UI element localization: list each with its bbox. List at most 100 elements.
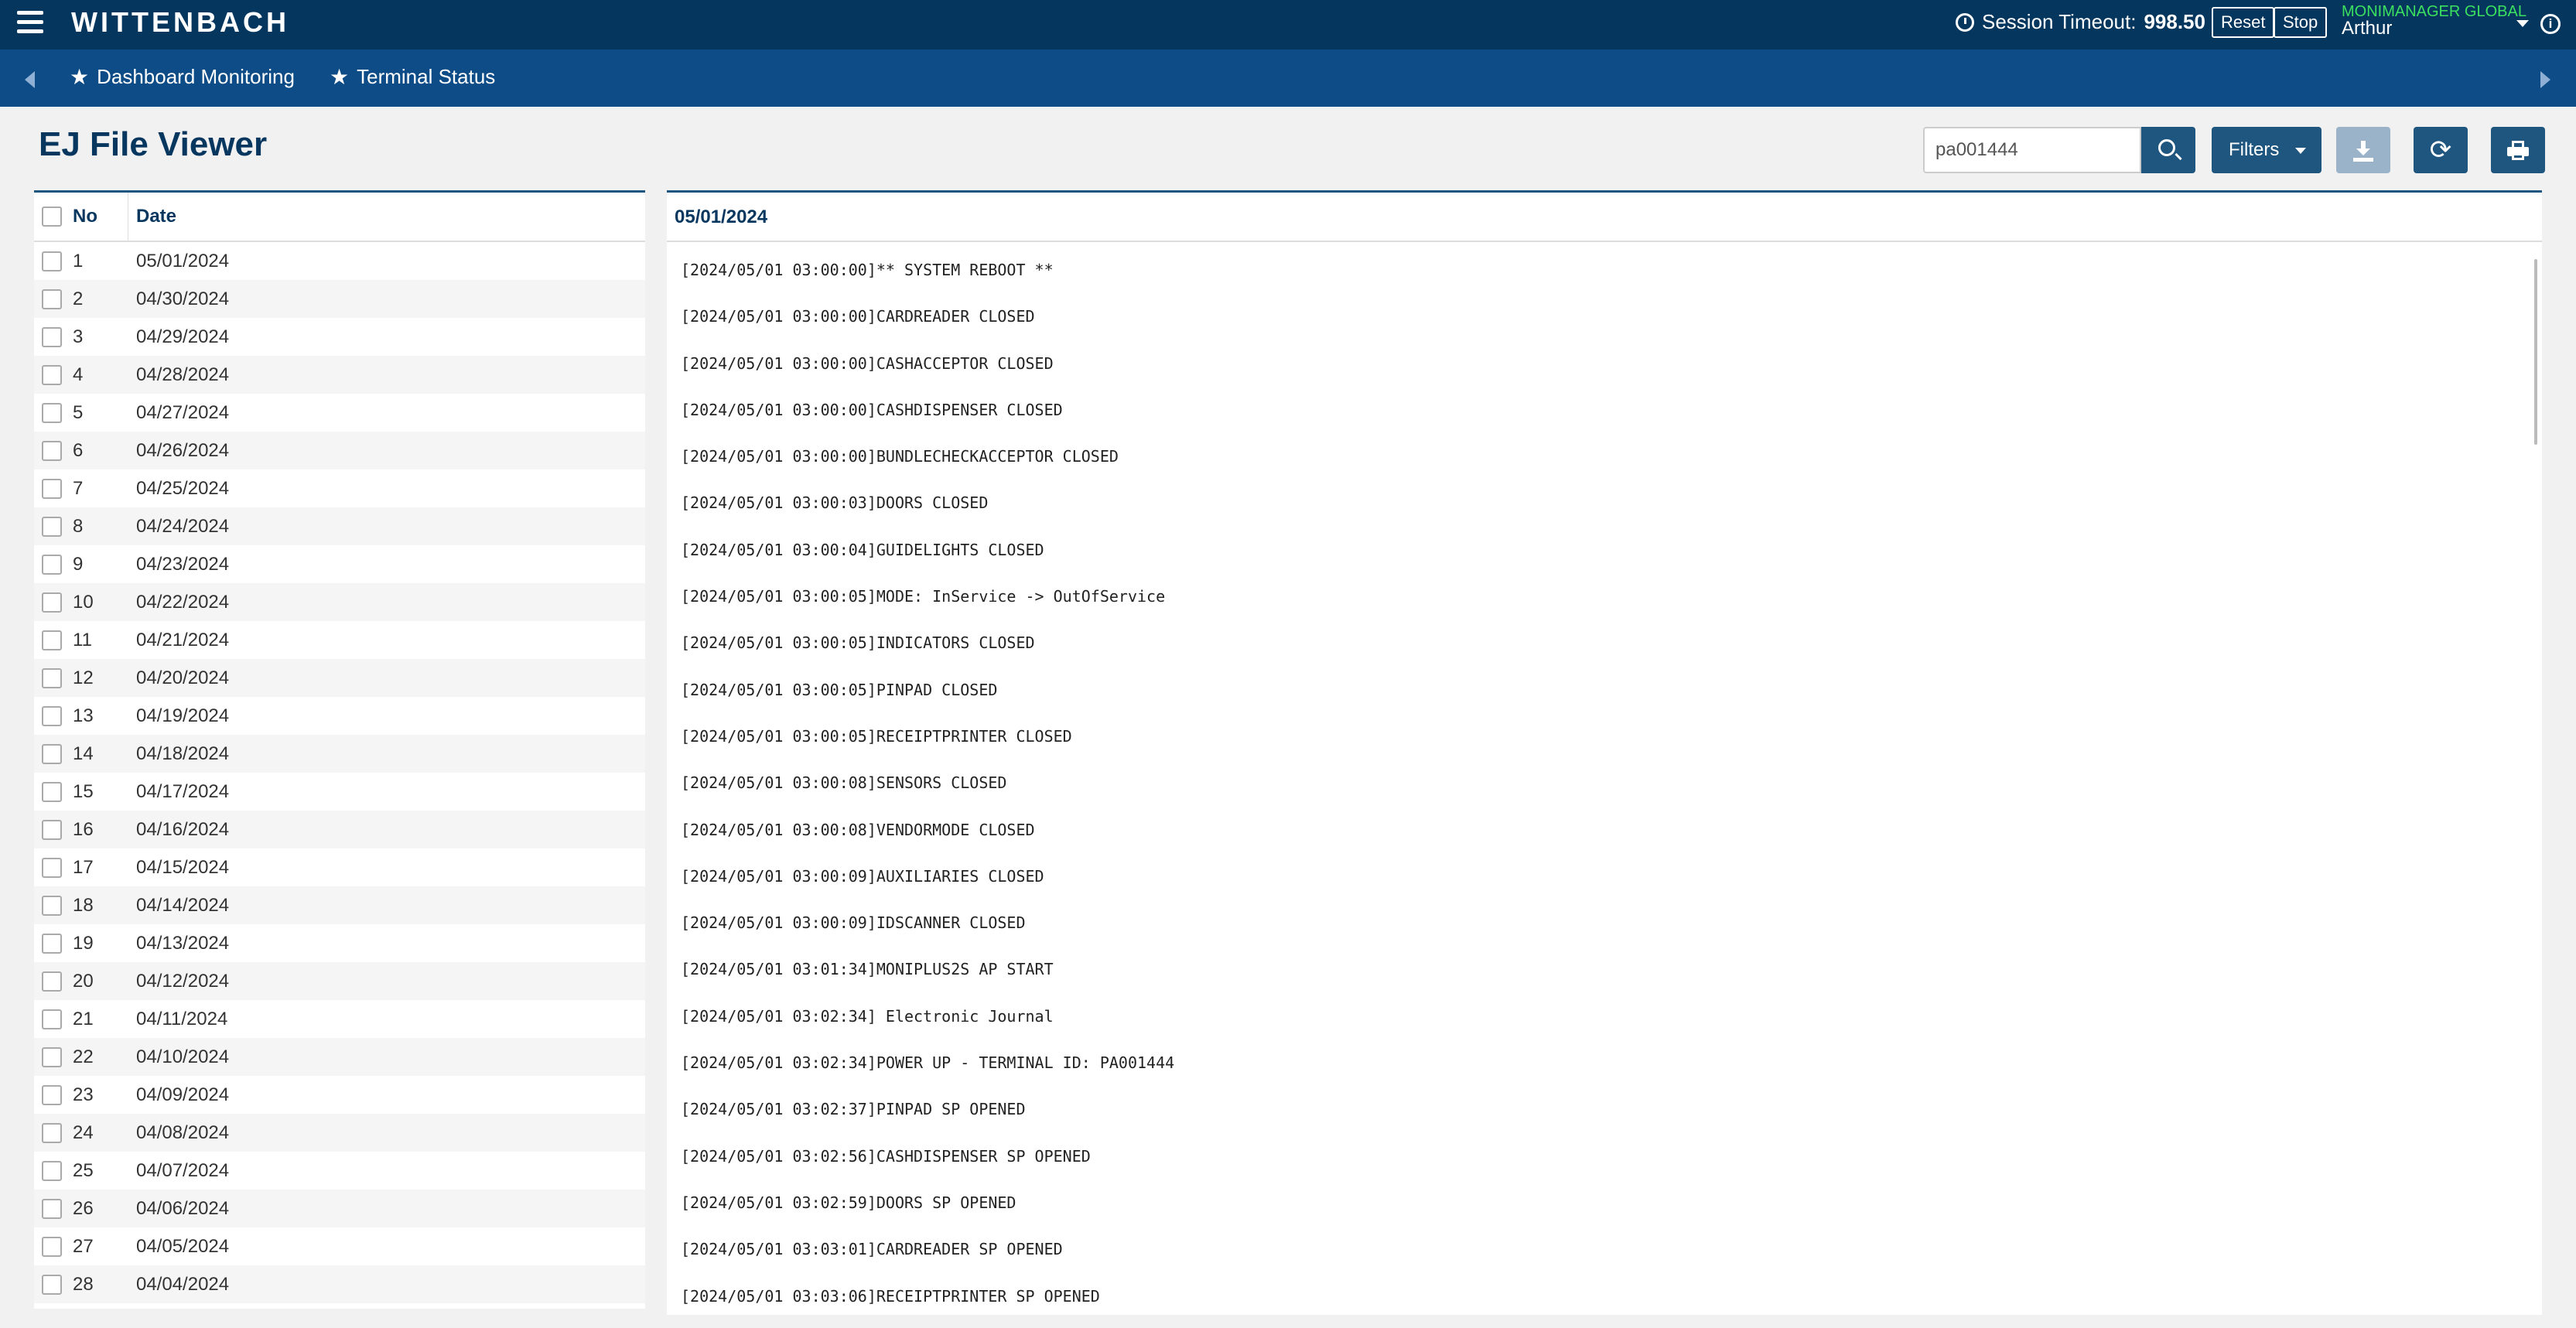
refresh-button[interactable]: ⟳ [2414, 127, 2468, 173]
list-row[interactable]: 12 04/20/2024 [34, 659, 645, 697]
row-date[interactable]: 04/07/2024 [128, 1160, 229, 1182]
user-menu[interactable]: MONIMANAGER GLOBAL Arthur [2342, 3, 2526, 38]
row-date[interactable]: 04/21/2024 [128, 630, 229, 651]
list-row[interactable]: 1 05/01/2024 [34, 242, 645, 280]
row-checkbox[interactable] [42, 326, 62, 347]
menu-icon[interactable] [17, 11, 43, 36]
row-checkbox[interactable] [42, 1084, 62, 1105]
row-checkbox[interactable] [42, 630, 62, 650]
list-row[interactable]: 17 04/15/2024 [34, 848, 645, 886]
row-date[interactable]: 04/13/2024 [128, 933, 229, 954]
list-row[interactable]: 6 04/26/2024 [34, 432, 645, 469]
row-checkbox[interactable] [42, 478, 62, 499]
row-checkbox[interactable] [42, 743, 62, 764]
info-icon[interactable]: i [2540, 14, 2561, 34]
list-row[interactable]: 13 04/19/2024 [34, 697, 645, 735]
list-row[interactable]: 5 04/27/2024 [34, 394, 645, 432]
row-checkbox[interactable] [42, 857, 62, 878]
row-date[interactable]: 04/14/2024 [128, 895, 229, 917]
row-checkbox[interactable] [42, 1274, 62, 1295]
list-row[interactable]: 14 04/18/2024 [34, 735, 645, 773]
search-button[interactable] [2141, 127, 2195, 173]
reset-button[interactable]: Reset [2212, 7, 2275, 38]
list-row[interactable]: 23 04/09/2024 [34, 1076, 645, 1114]
row-date[interactable]: 04/10/2024 [128, 1046, 229, 1068]
nav-item-terminal-status[interactable]: ★ Terminal Status [330, 65, 495, 89]
column-header-no[interactable]: No [62, 193, 128, 241]
viewer-scrollbar[interactable] [2534, 259, 2537, 445]
row-date[interactable]: 04/30/2024 [128, 288, 229, 310]
row-date[interactable]: 04/11/2024 [128, 1009, 227, 1030]
row-checkbox[interactable] [42, 1198, 62, 1219]
row-checkbox[interactable] [42, 971, 62, 992]
terminal-search-input[interactable] [1923, 127, 2141, 173]
row-date[interactable]: 04/20/2024 [128, 667, 229, 689]
row-date[interactable]: 04/12/2024 [128, 971, 229, 992]
list-row[interactable]: 20 04/12/2024 [34, 962, 645, 1000]
row-checkbox[interactable] [42, 1009, 62, 1029]
list-row[interactable]: 26 04/06/2024 [34, 1190, 645, 1227]
list-row[interactable]: 4 04/28/2024 [34, 356, 645, 394]
list-row[interactable]: 19 04/13/2024 [34, 924, 645, 962]
filters-dropdown-button[interactable]: Filters [2212, 127, 2321, 173]
row-checkbox[interactable] [42, 516, 62, 537]
row-date[interactable]: 04/23/2024 [128, 554, 229, 575]
list-row[interactable]: 3 04/29/2024 [34, 318, 645, 356]
row-checkbox[interactable] [42, 667, 62, 688]
list-row[interactable]: 28 04/04/2024 [34, 1265, 645, 1303]
row-date[interactable]: 04/29/2024 [128, 326, 229, 348]
select-all-checkbox[interactable] [42, 207, 62, 227]
row-date[interactable]: 04/27/2024 [128, 402, 229, 424]
row-date[interactable]: 04/08/2024 [128, 1122, 229, 1144]
column-header-date[interactable]: Date [128, 206, 176, 227]
list-row[interactable]: 15 04/17/2024 [34, 773, 645, 811]
stop-button[interactable]: Stop [2274, 7, 2328, 38]
list-row[interactable]: 7 04/25/2024 [34, 469, 645, 507]
row-checkbox[interactable] [42, 1122, 62, 1143]
row-checkbox[interactable] [42, 402, 62, 423]
scroll-right-icon[interactable] [2540, 71, 2550, 88]
row-date[interactable]: 04/25/2024 [128, 478, 229, 500]
row-date[interactable]: 04/04/2024 [128, 1274, 229, 1296]
chevron-down-icon[interactable] [2516, 20, 2529, 27]
list-row[interactable]: 25 04/07/2024 [34, 1152, 645, 1190]
row-date[interactable]: 04/28/2024 [128, 364, 229, 386]
list-row[interactable]: 2 04/30/2024 [34, 280, 645, 318]
row-date[interactable]: 04/17/2024 [128, 781, 229, 803]
row-date[interactable]: 04/16/2024 [128, 819, 229, 841]
row-checkbox[interactable] [42, 781, 62, 802]
row-checkbox[interactable] [42, 554, 62, 575]
scroll-left-icon[interactable] [25, 71, 35, 88]
row-date[interactable]: 04/24/2024 [128, 516, 229, 538]
row-checkbox[interactable] [42, 933, 62, 954]
list-row[interactable]: 8 04/24/2024 [34, 507, 645, 545]
row-date[interactable]: 04/18/2024 [128, 743, 229, 765]
row-checkbox[interactable] [42, 819, 62, 840]
list-row[interactable]: 10 04/22/2024 [34, 583, 645, 621]
row-checkbox[interactable] [42, 592, 62, 613]
row-date[interactable]: 04/15/2024 [128, 857, 229, 879]
print-button[interactable] [2491, 127, 2545, 173]
download-button[interactable] [2336, 127, 2390, 173]
row-checkbox[interactable] [42, 440, 62, 461]
row-checkbox[interactable] [42, 705, 62, 726]
row-date[interactable]: 04/06/2024 [128, 1198, 229, 1220]
row-date[interactable]: 04/19/2024 [128, 705, 229, 727]
row-checkbox[interactable] [42, 895, 62, 916]
app-logo[interactable]: WITTENBACH [71, 6, 289, 39]
row-checkbox[interactable] [42, 251, 62, 271]
row-date[interactable]: 04/05/2024 [128, 1236, 229, 1258]
list-row[interactable]: 21 04/11/2024 [34, 1000, 645, 1038]
row-date[interactable]: 04/26/2024 [128, 440, 229, 462]
row-checkbox[interactable] [42, 288, 62, 309]
list-row[interactable]: 24 04/08/2024 [34, 1114, 645, 1152]
list-row[interactable]: 18 04/14/2024 [34, 886, 645, 924]
list-row[interactable]: 9 04/23/2024 [34, 545, 645, 583]
list-row[interactable]: 11 04/21/2024 [34, 621, 645, 659]
row-date[interactable]: 04/09/2024 [128, 1084, 229, 1106]
nav-item-dashboard-monitoring[interactable]: ★ Dashboard Monitoring [70, 65, 295, 89]
row-date[interactable]: 05/01/2024 [128, 251, 229, 272]
ej-log[interactable]: [2024/05/01 03:00:00]** SYSTEM REBOOT **… [667, 242, 2542, 1315]
row-checkbox[interactable] [42, 1046, 62, 1067]
row-checkbox[interactable] [42, 1160, 62, 1181]
